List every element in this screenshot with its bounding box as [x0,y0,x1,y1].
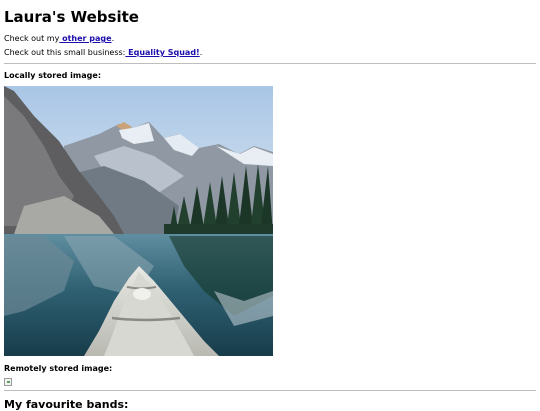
other-page-paragraph: Check out my other page. [4,34,114,44]
local-image-label: Locally stored image: [4,71,102,80]
broken-image-icon [4,378,12,386]
divider [4,390,536,391]
other-page-suffix: . [111,34,115,43]
business-paragraph: Check out this small business: Equality … [4,48,202,58]
divider [4,63,536,64]
page-title: Laura's Website [4,8,139,26]
other-page-prefix: Check out my [4,34,60,43]
other-page-link[interactable]: other page [59,34,111,43]
equality-squad-link[interactable]: Equality Squad! [125,48,200,57]
business-prefix: Check out this small business: [4,48,126,57]
business-suffix: . [199,48,203,57]
lake-canoe-photo [4,86,273,356]
remote-image-label: Remotely stored image: [4,364,113,373]
